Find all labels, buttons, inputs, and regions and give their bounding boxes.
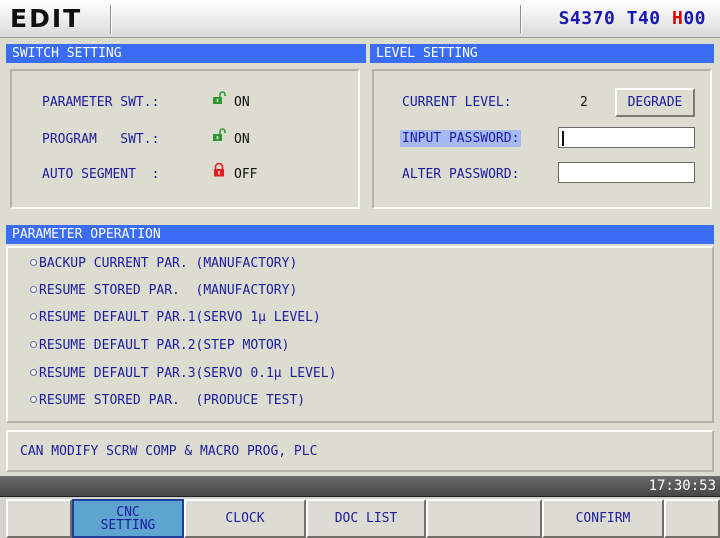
softkey-label: CNC SETTING [100, 504, 156, 533]
softkey-blank-1[interactable] [6, 499, 72, 538]
radio-icon[interactable] [30, 313, 37, 320]
clock: 17:30:53 [648, 478, 716, 494]
top-divider [520, 5, 522, 33]
mode-indicator: EDIT [10, 4, 83, 33]
radio-icon[interactable] [30, 396, 37, 403]
radio-icon[interactable] [30, 286, 37, 293]
radio-icon[interactable] [30, 369, 37, 376]
unlocked-padlock-icon[interactable] [212, 91, 226, 105]
status-h-letter: H [671, 8, 684, 29]
softkey-cnc-setting[interactable]: CNC SETTING [72, 499, 184, 538]
program-switch-value: ON [234, 132, 250, 147]
radio-icon[interactable] [30, 259, 37, 266]
softkey-label: CLOCK [225, 511, 265, 526]
status-message: CAN MODIFY SCRW COMP & MACRO PROG, PLC [20, 444, 318, 459]
option-label: RESUME DEFAULT PAR.3(SERVO 0.1µ LEVEL) [39, 366, 337, 381]
option-resume-default-2[interactable]: RESUME DEFAULT PAR.2(STEP MOTOR) [30, 336, 289, 356]
parameter-operation-panel: BACKUP CURRENT PAR. (MANUFACTORY) RESUME… [6, 244, 714, 424]
top-status-bar: EDIT S4370 T40 H00 [0, 0, 720, 38]
level-setting-title: LEVEL SETTING [370, 44, 714, 63]
input-password-label: INPUT PASSWORD: [400, 130, 522, 147]
option-label: RESUME DEFAULT PAR.1(SERVO 1µ LEVEL) [39, 310, 321, 325]
text-caret [562, 131, 564, 146]
spindle-tool-status: S4370 T40 H00 [559, 8, 706, 29]
current-level-value: 2 [580, 95, 588, 110]
softkey-confirm[interactable]: CONFIRM [542, 499, 664, 538]
option-resume-stored-test[interactable]: RESUME STORED PAR. (PRODUCE TEST) [30, 391, 305, 411]
parameter-switch-label: PARAMETER SWT.: [42, 95, 160, 110]
softkey-clock[interactable]: CLOCK [184, 499, 306, 538]
option-label: RESUME STORED PAR. (MANUFACTORY) [39, 283, 298, 298]
option-resume-default-1[interactable]: RESUME DEFAULT PAR.1(SERVO 1µ LEVEL) [30, 308, 321, 328]
option-resume-default-3[interactable]: RESUME DEFAULT PAR.3(SERVO 0.1µ LEVEL) [30, 364, 336, 384]
softkey-doc-list[interactable]: DOC LIST [306, 499, 426, 538]
parameter-operation-title: PARAMETER OPERATION [6, 225, 714, 244]
option-resume-stored-manufactory[interactable]: RESUME STORED PAR. (MANUFACTORY) [30, 281, 297, 301]
input-password-field[interactable] [558, 127, 695, 148]
option-backup-current[interactable]: BACKUP CURRENT PAR. (MANUFACTORY) [30, 254, 297, 274]
locked-padlock-icon[interactable] [212, 163, 226, 177]
parameter-switch-value: ON [234, 95, 250, 110]
option-label: BACKUP CURRENT PAR. (MANUFACTORY) [39, 256, 298, 271]
unlocked-padlock-icon[interactable] [212, 128, 226, 142]
program-switch-label: PROGRAM SWT.: [42, 132, 160, 147]
status-spindle-tool: S4370 T40 [558, 8, 672, 29]
degrade-button[interactable]: DEGRADE [615, 88, 695, 117]
time-bar: 17:30:53 [0, 476, 720, 497]
alter-password-field[interactable] [558, 162, 695, 183]
auto-segment-label: AUTO SEGMENT : [42, 167, 160, 182]
option-label: RESUME DEFAULT PAR.2(STEP MOTOR) [39, 338, 290, 353]
switch-setting-title: SWITCH SETTING [6, 44, 366, 63]
softkey-blank-2[interactable] [426, 499, 542, 538]
softkey-label: CONFIRM [575, 511, 631, 526]
softkey-blank-3[interactable] [664, 499, 720, 538]
top-divider [110, 5, 112, 33]
radio-icon[interactable] [30, 341, 37, 348]
softkey-label: DOC LIST [334, 511, 398, 526]
option-label: RESUME STORED PAR. (PRODUCE TEST) [39, 393, 306, 408]
current-level-label: CURRENT LEVEL: [402, 95, 512, 110]
status-h-digits: 00 [683, 8, 706, 29]
level-setting-panel: CURRENT LEVEL: 2 DEGRADE INPUT PASSWORD:… [370, 63, 714, 215]
softkey-bar: CNC SETTING CLOCK DOC LIST CONFIRM [0, 497, 720, 538]
alter-password-label: ALTER PASSWORD: [402, 167, 520, 182]
message-panel: CAN MODIFY SCRW COMP & MACRO PROG, PLC [6, 430, 714, 472]
switch-setting-panel: PARAMETER SWT.: ON PROGRAM SWT.: ON AUTO… [6, 63, 366, 215]
auto-segment-value: OFF [234, 167, 258, 182]
